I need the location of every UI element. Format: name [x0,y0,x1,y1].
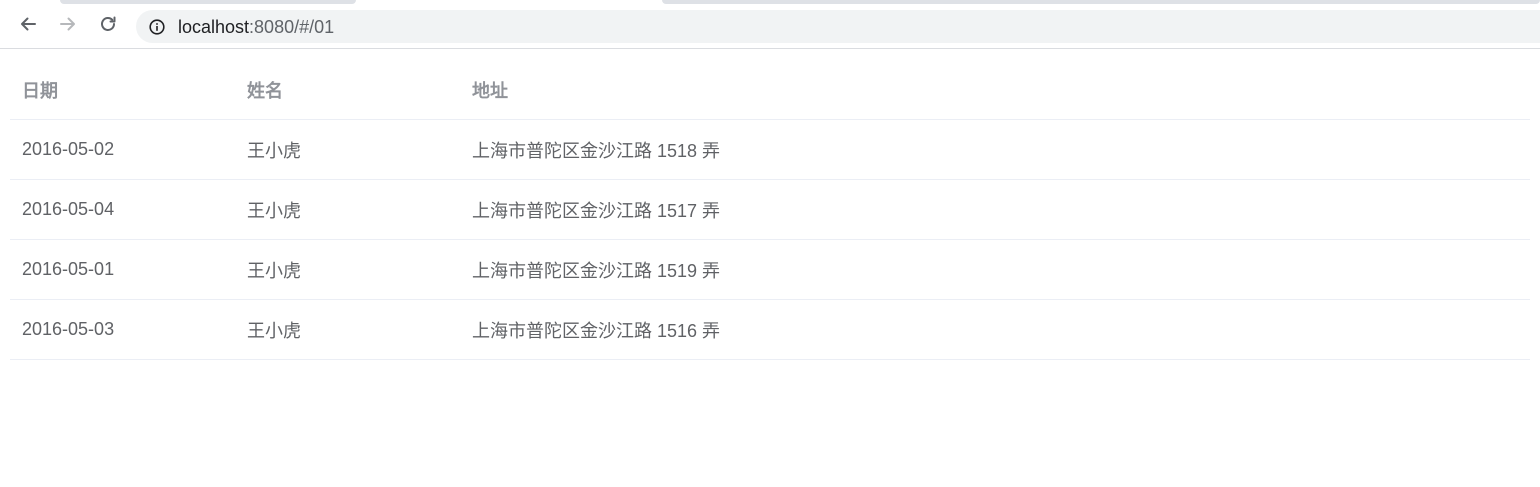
browser-tab[interactable] [662,0,1540,4]
url-path: :8080/#/01 [249,17,335,37]
table-row[interactable]: 2016-05-02 王小虎 上海市普陀区金沙江路 1518 弄 [10,119,1530,180]
back-button[interactable] [14,12,42,40]
url-host: localhost [178,17,250,37]
cell-address: 上海市普陀区金沙江路 1517 弄 [460,179,1530,240]
cell-name: 王小虎 [235,179,460,240]
table-header-row: 日期 姓名 地址 [10,60,1530,120]
cell-date: 2016-05-02 [10,119,235,180]
reload-icon [98,14,118,39]
reload-button[interactable] [94,12,122,40]
column-header-name[interactable]: 姓名 [235,60,460,120]
cell-date: 2016-05-04 [10,179,235,240]
cell-address: 上海市普陀区金沙江路 1516 弄 [460,299,1530,360]
arrow-right-icon [58,14,78,39]
cell-name: 王小虎 [235,299,460,360]
cell-name: 王小虎 [235,119,460,180]
cell-address: 上海市普陀区金沙江路 1518 弄 [460,119,1530,180]
table-row[interactable]: 2016-05-01 王小虎 上海市普陀区金沙江路 1519 弄 [10,239,1530,300]
info-circle-icon[interactable] [148,18,166,36]
forward-button[interactable] [54,12,82,40]
url-text[interactable]: localhost:8080/#/01 [178,17,334,37]
column-header-address[interactable]: 地址 [460,60,1530,120]
cell-date: 2016-05-01 [10,239,235,300]
table-row[interactable]: 2016-05-03 王小虎 上海市普陀区金沙江路 1516 弄 [10,299,1530,360]
address-bar[interactable]: localhost:8080/#/01 [136,10,1540,43]
browser-toolbar: localhost:8080/#/01 [0,5,1540,48]
table-header: 日期 姓名 地址 [10,60,1530,120]
cell-date: 2016-05-03 [10,299,235,360]
table-row[interactable]: 2016-05-04 王小虎 上海市普陀区金沙江路 1517 弄 [10,179,1530,240]
cell-address: 上海市普陀区金沙江路 1519 弄 [460,239,1530,300]
data-table: 日期 姓名 地址 2016-05-02 王小虎 上海市普陀区金沙江路 1518 … [10,60,1530,360]
column-header-date[interactable]: 日期 [10,60,235,120]
page-content: 日期 姓名 地址 2016-05-02 王小虎 上海市普陀区金沙江路 1518 … [0,49,1540,487]
arrow-left-icon [18,14,38,39]
cell-name: 王小虎 [235,239,460,300]
browser-tab[interactable] [60,0,356,4]
table-body: 2016-05-02 王小虎 上海市普陀区金沙江路 1518 弄 2016-05… [10,119,1530,360]
